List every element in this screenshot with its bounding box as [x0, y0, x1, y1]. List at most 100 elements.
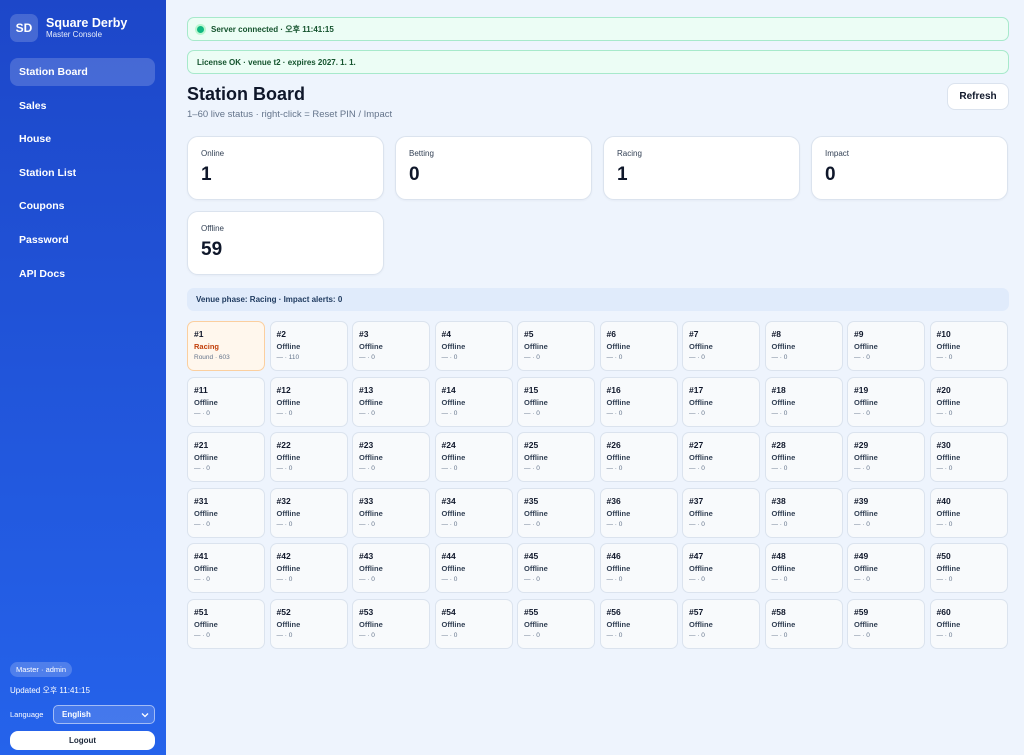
station-detail: — · 0: [771, 354, 788, 361]
station-card[interactable]: #34 Offline — · 0: [434, 487, 513, 538]
station-card[interactable]: #5 Offline — · 0: [517, 321, 595, 371]
station-number: #17: [689, 384, 704, 395]
station-card[interactable]: #21 Offline — · 0: [187, 432, 265, 482]
station-card[interactable]: #40 Offline — · 0: [929, 487, 1008, 538]
station-card[interactable]: #3 Offline — · 0: [352, 321, 430, 371]
station-card[interactable]: #35 Offline — · 0: [517, 487, 595, 538]
station-card[interactable]: #54 Offline — · 0: [434, 598, 513, 649]
station-status: Offline: [194, 508, 218, 518]
station-card[interactable]: #59 Offline — · 0: [847, 598, 925, 649]
station-card[interactable]: #16 Offline — · 0: [599, 376, 678, 427]
station-card[interactable]: #26 Offline — · 0: [599, 432, 678, 482]
station-status: Offline: [524, 342, 548, 351]
station-card[interactable]: #17 Offline — · 0: [682, 376, 760, 427]
station-status: Offline: [771, 397, 796, 407]
station-card[interactable]: #45 Offline — · 0: [517, 543, 595, 593]
station-card[interactable]: #27 Offline — · 0: [682, 432, 760, 482]
station-status: Offline: [359, 397, 383, 407]
station-detail: — · 0: [194, 409, 210, 417]
role-badge: Master · admin: [10, 662, 73, 677]
station-card[interactable]: #44 Offline — · 0: [434, 543, 513, 593]
station-number: #9: [854, 329, 864, 339]
station-card[interactable]: #55 Offline — · 0: [517, 598, 595, 649]
station-card[interactable]: #14 Offline — · 0: [434, 376, 513, 427]
station-card[interactable]: #38 Offline — · 0: [764, 487, 843, 538]
station-card[interactable]: #33 Offline — · 0: [352, 487, 430, 538]
station-number: #12: [276, 384, 291, 395]
station-card[interactable]: #23 Offline — · 0: [352, 432, 430, 482]
station-number: #39: [854, 495, 869, 506]
sidebar-item-coupons[interactable]: Coupons: [10, 192, 155, 220]
station-card[interactable]: #37 Offline — · 0: [682, 487, 760, 538]
station-card[interactable]: #30 Offline — · 0: [929, 432, 1008, 482]
station-card[interactable]: #29 Offline — · 0: [847, 432, 925, 482]
station-card[interactable]: #18 Offline — · 0: [764, 376, 843, 427]
station-card[interactable]: #42 Offline — · 0: [269, 543, 348, 593]
refresh-button[interactable]: Refresh: [947, 83, 1009, 110]
station-card[interactable]: #7 Offline — · 0: [682, 321, 760, 371]
station-card[interactable]: #1 Racing Round · 603: [187, 321, 265, 371]
station-card[interactable]: #47 Offline — · 0: [682, 543, 760, 593]
language-select[interactable]: English: [53, 705, 155, 724]
station-card[interactable]: #13 Offline — · 0: [352, 376, 430, 427]
station-card[interactable]: #31 Offline — · 0: [187, 487, 265, 538]
logout-button[interactable]: Logout: [10, 731, 155, 750]
station-detail: Round · 603: [194, 354, 230, 361]
station-card[interactable]: #53 Offline — · 0: [352, 598, 430, 649]
station-card[interactable]: #60 Offline — · 0: [929, 598, 1008, 649]
station-card[interactable]: #58 Offline — · 0: [764, 598, 843, 649]
station-card[interactable]: #9 Offline — · 0: [847, 321, 925, 371]
station-card[interactable]: #22 Offline — · 0: [269, 432, 348, 482]
station-card[interactable]: #39 Offline — · 0: [847, 487, 925, 538]
station-card[interactable]: #6 Offline — · 0: [599, 321, 678, 371]
station-card[interactable]: #15 Offline — · 0: [517, 376, 595, 427]
station-status: Offline: [936, 453, 961, 462]
station-number: #45: [524, 551, 539, 561]
station-card[interactable]: #52 Offline — · 0: [269, 598, 348, 649]
station-status: Offline: [276, 619, 301, 629]
sidebar-item-sales[interactable]: Sales: [10, 92, 155, 120]
station-number: #54: [441, 606, 456, 617]
station-detail: — · 0: [689, 409, 705, 417]
station-card[interactable]: #24 Offline — · 0: [434, 432, 513, 482]
station-detail: — · 0: [936, 576, 953, 583]
station-card[interactable]: #43 Offline — · 0: [352, 543, 430, 593]
station-card[interactable]: #4 Offline — · 0: [434, 321, 513, 371]
station-card[interactable]: #8 Offline — · 0: [764, 321, 843, 371]
station-card[interactable]: #10 Offline — · 0: [929, 321, 1008, 371]
station-detail: — · 0: [441, 409, 458, 417]
sidebar-item-station-list[interactable]: Station List: [10, 159, 155, 187]
sidebar-item-station-board[interactable]: Station Board: [10, 58, 155, 86]
station-card[interactable]: #46 Offline — · 0: [599, 543, 678, 593]
station-card[interactable]: #20 Offline — · 0: [929, 376, 1008, 427]
station-detail: — · 0: [606, 354, 623, 361]
station-card[interactable]: #41 Offline — · 0: [187, 543, 265, 593]
sidebar-item-api-docs[interactable]: API Docs: [10, 260, 155, 288]
station-card[interactable]: #51 Offline — · 0: [187, 598, 265, 649]
station-number: #27: [689, 440, 704, 450]
station-card[interactable]: #49 Offline — · 0: [847, 543, 925, 593]
sidebar-item-password[interactable]: Password: [10, 226, 155, 254]
station-detail: — · 0: [771, 576, 788, 583]
sidebar-item-house[interactable]: House: [10, 125, 155, 153]
station-card[interactable]: #25 Offline — · 0: [517, 432, 595, 482]
station-detail: — · 0: [359, 520, 375, 528]
station-card[interactable]: #19 Offline — · 0: [847, 376, 925, 427]
station-detail: — · 0: [359, 631, 375, 639]
station-card[interactable]: #48 Offline — · 0: [764, 543, 843, 593]
station-card[interactable]: #36 Offline — · 0: [599, 487, 678, 538]
station-card[interactable]: #28 Offline — · 0: [764, 432, 843, 482]
station-card[interactable]: #56 Offline — · 0: [599, 598, 678, 649]
station-detail: — · 0: [606, 631, 623, 639]
station-card[interactable]: #50 Offline — · 0: [929, 543, 1008, 593]
station-card[interactable]: #2 Offline — · 110: [269, 321, 348, 371]
station-status: Offline: [276, 564, 301, 573]
sidebar-item-label: Password: [19, 233, 69, 246]
station-card[interactable]: #12 Offline — · 0: [269, 376, 348, 427]
station-card[interactable]: #57 Offline — · 0: [682, 598, 760, 649]
station-status: Offline: [606, 453, 631, 462]
station-status: Offline: [606, 619, 631, 629]
station-card[interactable]: #32 Offline — · 0: [269, 487, 348, 538]
sidebar-nav: Station Board Sales House Station List C…: [10, 58, 155, 293]
station-card[interactable]: #11 Offline — · 0: [187, 376, 265, 427]
